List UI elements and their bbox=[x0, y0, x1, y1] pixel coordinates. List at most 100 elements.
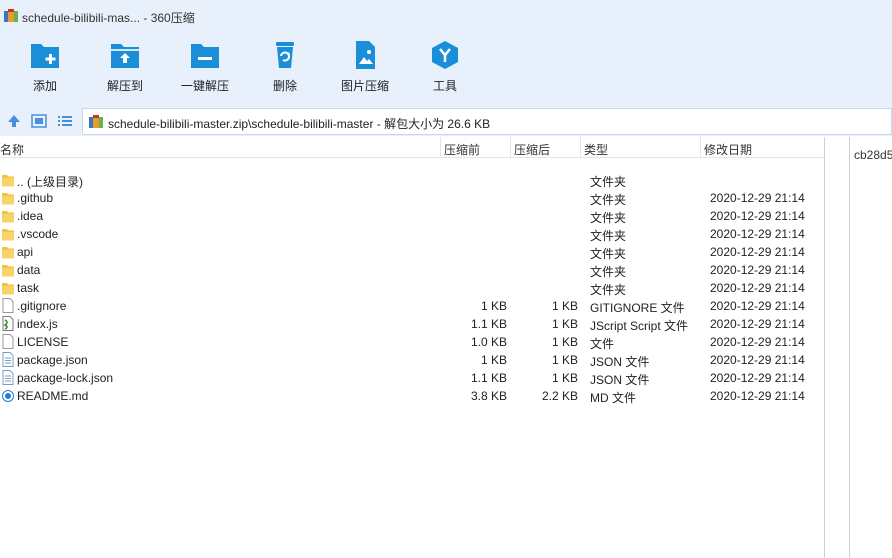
file-date: 2020-12-29 21:14 bbox=[710, 389, 805, 403]
file-type: 文件夹 bbox=[590, 211, 627, 225]
extract-to-button[interactable]: 解压到 bbox=[85, 38, 165, 100]
file-type: 文件夹 bbox=[590, 193, 627, 207]
file-name: api bbox=[17, 245, 34, 259]
panel-splitter[interactable] bbox=[824, 137, 850, 558]
file-row[interactable]: package-lock.json 1.1 KB 1 KB JSON 文件 2020-1… bbox=[0, 369, 824, 387]
column-packed[interactable]: 压缩后 bbox=[514, 141, 550, 158]
file-size: 1.0 KB bbox=[470, 335, 507, 349]
extract-icon bbox=[111, 44, 139, 68]
file-packed-size: 1 KB bbox=[551, 299, 578, 313]
markdown-file-icon bbox=[2, 390, 14, 402]
file-name: README.md bbox=[17, 389, 89, 403]
script-file-icon bbox=[2, 316, 14, 331]
file-name: .vscode bbox=[17, 227, 59, 241]
delete-button[interactable]: 删除 bbox=[245, 38, 325, 100]
folder-icon bbox=[2, 175, 14, 187]
add-label: 添加 bbox=[32, 79, 57, 93]
file-date: 2020-12-29 21:14 bbox=[710, 227, 805, 241]
image-compress-button[interactable]: 图片压缩 bbox=[325, 38, 405, 100]
file-size: 1 KB bbox=[480, 299, 507, 313]
file-date: 2020-12-29 21:14 bbox=[710, 317, 805, 331]
folder-icon bbox=[2, 265, 14, 277]
extract-to-label: 解压到 bbox=[106, 79, 143, 93]
column-divider[interactable] bbox=[510, 137, 511, 157]
toolbar: 添加 解压到 一键解压 删除 图片压缩 工具 bbox=[0, 32, 892, 106]
file-row[interactable]: package.json 1 KB 1 KB JSON 文件 2020-12-29 21… bbox=[0, 351, 824, 369]
image-compress-icon bbox=[356, 41, 375, 69]
file-row[interactable]: .vscode 文件夹 2020-12-29 21:14 bbox=[0, 225, 824, 243]
file-type: 文件夹 bbox=[590, 265, 627, 279]
one-click-extract-button[interactable]: 一键解压 bbox=[165, 38, 245, 100]
info-text: cb28d5 bbox=[854, 148, 892, 162]
column-divider[interactable] bbox=[440, 137, 441, 157]
file-type: 文件夹 bbox=[590, 175, 627, 189]
column-date[interactable]: 修改日期 bbox=[704, 141, 752, 158]
file-row[interactable]: LICENSE 1.0 KB 1 KB 文件 2020-12-29 21:14 bbox=[0, 333, 824, 351]
list-view-icon[interactable] bbox=[57, 113, 73, 129]
column-divider[interactable] bbox=[700, 137, 701, 157]
file-date: 2020-12-29 21:14 bbox=[710, 263, 805, 277]
file-row[interactable]: .github 文件夹 2020-12-29 21:14 bbox=[0, 189, 824, 207]
text-file-icon bbox=[2, 370, 14, 385]
file-date: 2020-12-29 21:14 bbox=[710, 209, 805, 223]
file-name: .gitignore bbox=[17, 299, 67, 313]
file-row[interactable]: README.md 3.8 KB 2.2 KB MD 文件 2020-12-29 21:… bbox=[0, 387, 824, 405]
file-type: 文件夹 bbox=[590, 247, 627, 261]
file-type: GITIGNORE 文件 bbox=[590, 301, 685, 315]
file-size: 1.1 KB bbox=[470, 371, 507, 385]
file-name: .github bbox=[17, 191, 54, 205]
delete-label: 删除 bbox=[272, 79, 297, 93]
file-type: JScript Script 文件 bbox=[590, 319, 689, 333]
path-field[interactable]: schedule-bilibili-master.zip\schedule-bi… bbox=[82, 108, 892, 135]
file-type: 文件 bbox=[590, 337, 615, 351]
file-row[interactable]: api 文件夹 2020-12-29 21:14 bbox=[0, 243, 824, 261]
file-row[interactable]: data 文件夹 2020-12-29 21:14 bbox=[0, 261, 824, 279]
address-bar: schedule-bilibili-master.zip\schedule-bi… bbox=[0, 106, 892, 136]
tools-button[interactable]: 工具 bbox=[405, 38, 485, 100]
folder-icon bbox=[2, 193, 14, 205]
file-date: 2020-12-29 21:14 bbox=[710, 281, 805, 295]
folder-icon bbox=[2, 283, 14, 295]
title-bar: schedule-bilibili-mas... - 360压缩 bbox=[0, 0, 892, 32]
file-name: .idea bbox=[17, 209, 44, 223]
column-type[interactable]: 类型 bbox=[584, 141, 608, 158]
archive-icon bbox=[89, 115, 103, 128]
tools-label: 工具 bbox=[432, 79, 457, 93]
file-row[interactable]: .idea 文件夹 2020-12-29 21:14 bbox=[0, 207, 824, 225]
file-row[interactable]: index.js 1.1 KB 1 KB JScript Script 文件 2020-… bbox=[0, 315, 824, 333]
add-button[interactable]: 添加 bbox=[5, 38, 85, 100]
file-name: .. (上级目录) bbox=[17, 175, 83, 189]
folder-icon bbox=[2, 247, 14, 259]
recycle-bin-icon bbox=[276, 42, 294, 68]
column-divider[interactable] bbox=[580, 137, 581, 157]
file-date: 2020-12-29 21:14 bbox=[710, 245, 805, 259]
up-arrow-icon[interactable] bbox=[6, 113, 22, 129]
file-type: JSON 文件 bbox=[590, 355, 650, 369]
folder-icon bbox=[2, 211, 14, 223]
file-row[interactable]: .gitignore 1 KB 1 KB GITIGNORE 文件 2020-12-29… bbox=[0, 297, 824, 315]
file-size: 1 KB bbox=[480, 353, 507, 367]
column-header: 名称 压缩前 压缩后 类型 修改日期 bbox=[0, 137, 824, 158]
file-date: 2020-12-29 21:14 bbox=[710, 353, 805, 367]
file-name: package.json bbox=[17, 353, 88, 367]
file-row[interactable]: .. (上级目录) 文件夹 bbox=[0, 171, 824, 189]
image-compress-label: 图片压缩 bbox=[340, 79, 389, 93]
file-packed-size: 1 KB bbox=[551, 317, 578, 331]
file-type: JSON 文件 bbox=[590, 373, 650, 387]
thumbnail-view-icon[interactable] bbox=[31, 113, 47, 129]
file-name: task bbox=[17, 281, 40, 295]
file-packed-size: 1 KB bbox=[551, 353, 578, 367]
file-icon bbox=[2, 334, 14, 349]
file-list: 名称 压缩前 压缩后 类型 修改日期 .. (上级目录) 文件夹 .github 文件… bbox=[0, 137, 824, 558]
archive-icon bbox=[4, 9, 18, 22]
file-size: 1.1 KB bbox=[470, 317, 507, 331]
file-date: 2020-12-29 21:14 bbox=[710, 191, 805, 205]
column-name[interactable]: 名称 bbox=[0, 141, 24, 158]
one-click-extract-icon bbox=[191, 44, 219, 68]
column-size[interactable]: 压缩前 bbox=[444, 141, 480, 158]
one-click-extract-label: 一键解压 bbox=[180, 79, 229, 93]
file-row[interactable]: task 文件夹 2020-12-29 21:14 bbox=[0, 279, 824, 297]
file-icon bbox=[2, 298, 14, 313]
add-icon bbox=[31, 44, 59, 68]
tools-icon bbox=[432, 41, 458, 69]
